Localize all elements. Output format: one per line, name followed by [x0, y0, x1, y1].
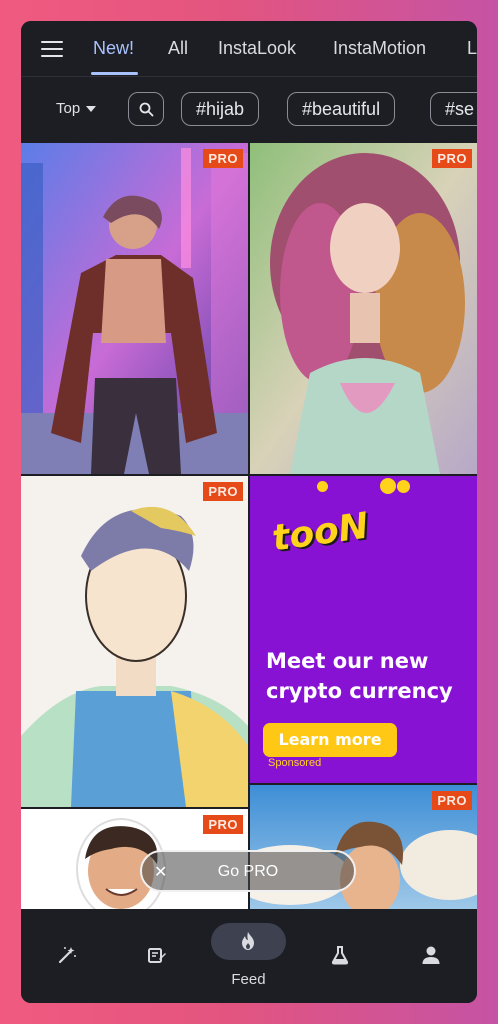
ad-headline: Meet our new crypto currency — [266, 649, 453, 703]
pro-badge: PRO — [203, 815, 243, 834]
nav-feed[interactable] — [211, 923, 286, 960]
feed-item-curly-woman[interactable]: PRO — [250, 143, 477, 474]
feed-item-cyberpunk-man[interactable]: PRO — [21, 143, 248, 474]
sketch-man-image — [21, 506, 248, 807]
edit-icon — [148, 948, 166, 963]
active-tab-indicator — [91, 72, 138, 75]
caret-down-icon — [86, 106, 97, 113]
sponsored-label: Sponsored — [268, 757, 322, 769]
person-icon — [422, 946, 440, 964]
category-tabs: New! All InstaLook InstaMotion L — [21, 21, 477, 77]
go-pro-label: Go PRO — [217, 863, 279, 880]
filter-bar: Top #hijab #beautiful #se — [21, 78, 477, 142]
tab-new[interactable]: New! — [93, 38, 134, 59]
nav-lab[interactable] — [320, 935, 360, 975]
learn-more-button[interactable]: Learn more — [263, 723, 397, 757]
ad-dot — [380, 478, 396, 494]
tag-chip-partial[interactable]: #se — [430, 92, 477, 126]
sort-label: Top — [56, 100, 81, 117]
hamburger-menu-icon[interactable] — [41, 41, 63, 57]
tab-all[interactable]: All — [168, 38, 188, 59]
pro-badge: PRO — [203, 149, 243, 168]
pro-badge: PRO — [432, 149, 472, 168]
nav-magic-wand[interactable] — [47, 935, 87, 975]
nav-profile[interactable] — [411, 935, 451, 975]
tab-instamotion[interactable]: InstaMotion — [333, 38, 426, 59]
feed-item-sketch-man[interactable]: PRO — [21, 476, 248, 807]
bottom-navigation: Feed — [21, 909, 477, 1003]
flask-icon — [331, 946, 349, 965]
fire-icon — [242, 932, 254, 950]
tag-chip-beautiful[interactable]: #beautiful — [287, 92, 396, 126]
magic-wand-icon — [58, 947, 76, 964]
ad-banner[interactable]: tooN Meet our new crypto currency Learn … — [250, 476, 477, 783]
nav-edit[interactable] — [137, 935, 177, 975]
tag-chip-hijab[interactable]: #hijab — [181, 92, 260, 126]
curly-woman-image — [250, 143, 477, 474]
go-pro-button[interactable]: ✕ Go PRO — [140, 850, 356, 892]
pro-badge: PRO — [203, 482, 243, 501]
tab-partial[interactable]: L — [467, 38, 477, 59]
ad-logo: tooN — [269, 505, 372, 560]
pro-badge: PRO — [432, 791, 472, 810]
app-window: New! All InstaLook InstaMotion L Top #hi… — [21, 21, 477, 1003]
search-button[interactable] — [128, 92, 164, 126]
feed-label: Feed — [231, 971, 266, 988]
sort-dropdown[interactable]: Top — [56, 100, 97, 117]
tab-instalook[interactable]: InstaLook — [218, 38, 296, 59]
ad-dot — [397, 480, 410, 493]
ad-dot — [317, 481, 328, 492]
cyberpunk-man-image — [21, 143, 248, 474]
search-icon — [139, 102, 154, 117]
